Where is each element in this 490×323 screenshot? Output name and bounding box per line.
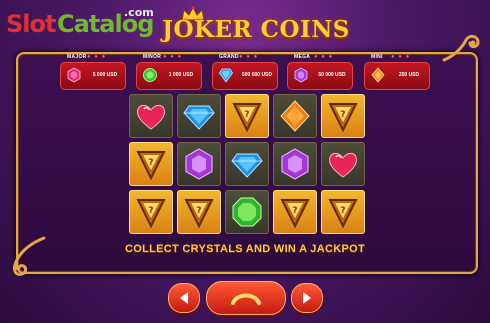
svg-text:?: ? xyxy=(340,206,345,216)
joker-triangle-icon: ? xyxy=(184,199,214,229)
jackpot-name: GRAND xyxy=(219,54,239,60)
joker-triangle-icon: ? xyxy=(232,103,262,133)
jackpot-indicator: ● ● ● xyxy=(239,54,259,60)
grid-cell-r2c5 xyxy=(321,142,365,186)
grid-cell-r2c1: ? xyxy=(129,142,173,186)
sapphire-icon xyxy=(231,153,263,178)
jackpot-amount: 1 000 USD xyxy=(168,72,194,78)
jackpot-indicator: ● ● ● xyxy=(314,54,334,60)
ruby-gem-icon xyxy=(67,67,81,83)
grid-cell-r3c2: ? xyxy=(177,190,221,234)
grid-cell-r1c2 xyxy=(177,94,221,138)
heart-ruby-icon xyxy=(137,104,165,130)
jackpot-indicator: ● ● ● xyxy=(391,54,411,60)
svg-text:?: ? xyxy=(148,158,153,168)
grid-cell-r2c2 xyxy=(177,142,221,186)
watermark-suffix: .com xyxy=(124,6,154,19)
svg-text:?: ? xyxy=(244,110,249,120)
grid-cell-r1c1 xyxy=(129,94,173,138)
grid-cell-r2c3 xyxy=(225,142,269,186)
joker-triangle-icon: ? xyxy=(136,151,166,181)
next-page-button[interactable] xyxy=(291,283,323,313)
joker-triangle-icon: ? xyxy=(280,199,310,229)
amethyst-gem-icon xyxy=(294,67,308,83)
paytable-tagline: COLLECT CRYSTALS AND WIN A JACKPOT xyxy=(125,243,365,255)
jackpot-amount: 500 000 USD xyxy=(241,72,273,78)
jackpot-mini: MINI ● ● ● 250 USD xyxy=(364,54,430,90)
back-to-game-button[interactable] xyxy=(206,281,286,315)
topaz-diamond-icon xyxy=(280,100,310,132)
joker-triangle-icon: ? xyxy=(328,103,358,133)
amethyst-icon xyxy=(185,148,213,180)
grid-cell-r1c3: ? xyxy=(225,94,269,138)
svg-text:?: ? xyxy=(148,206,153,216)
sapphire-gem-icon xyxy=(219,68,233,83)
arrow-left-icon xyxy=(180,292,188,304)
grid-cell-r3c1: ? xyxy=(129,190,173,234)
emerald-icon xyxy=(232,197,262,227)
jackpot-name: MINOR xyxy=(143,54,162,60)
grid-cell-r1c4 xyxy=(273,94,317,138)
svg-text:?: ? xyxy=(292,206,297,216)
jackpot-name: MAJOR xyxy=(67,54,87,60)
jackpot-minor: MINOR ● ● ● 1 000 USD xyxy=(136,54,202,90)
jackpot-amount: 250 USD xyxy=(398,72,420,78)
arrow-right-icon xyxy=(303,292,311,304)
jackpot-major: MAJOR ● ● ● 5 000 USD xyxy=(60,54,126,90)
game-logo: JOKER COINS xyxy=(162,6,350,46)
ornament-bottom-left-icon xyxy=(13,236,46,276)
grid-cell-r3c3 xyxy=(225,190,269,234)
jackpot-indicator: ● ● ● xyxy=(163,54,183,60)
heart-ruby-icon xyxy=(329,152,357,178)
back-icon xyxy=(231,293,261,305)
svg-text:?: ? xyxy=(340,110,345,120)
watermark-part1: Slot xyxy=(6,10,56,38)
grid-cell-r3c5: ? xyxy=(321,190,365,234)
jackpot-amount: 50 000 USD xyxy=(318,72,346,78)
game-screen: Slot Catalog .com JOKER COINS MAJOR ● ● … xyxy=(0,0,490,323)
topaz-gem-icon xyxy=(371,67,385,83)
jackpot-grand: GRAND ● ● ● 500 000 USD xyxy=(212,54,278,90)
grid-cell-r3c4: ? xyxy=(273,190,317,234)
jackpot-mega: MEGA ● ● ● 50 000 USD xyxy=(287,54,353,90)
svg-text:?: ? xyxy=(196,206,201,216)
jackpot-name: MEGA xyxy=(294,54,311,60)
joker-triangle-icon: ? xyxy=(328,199,358,229)
sapphire-icon xyxy=(183,105,215,130)
joker-triangle-icon: ? xyxy=(136,199,166,229)
ornament-top-right-icon xyxy=(442,34,480,62)
jackpot-name: MINI xyxy=(371,54,383,60)
jackpot-indicator: ● ● ● xyxy=(87,54,107,60)
amethyst-icon xyxy=(281,148,309,180)
grid-cell-r1c5: ? xyxy=(321,94,365,138)
game-title: JOKER COINS xyxy=(162,16,350,43)
grid-cell-r2c4 xyxy=(273,142,317,186)
jackpot-amount: 5 000 USD xyxy=(92,72,118,78)
emerald-gem-icon xyxy=(143,68,157,82)
previous-page-button[interactable] xyxy=(168,283,200,313)
